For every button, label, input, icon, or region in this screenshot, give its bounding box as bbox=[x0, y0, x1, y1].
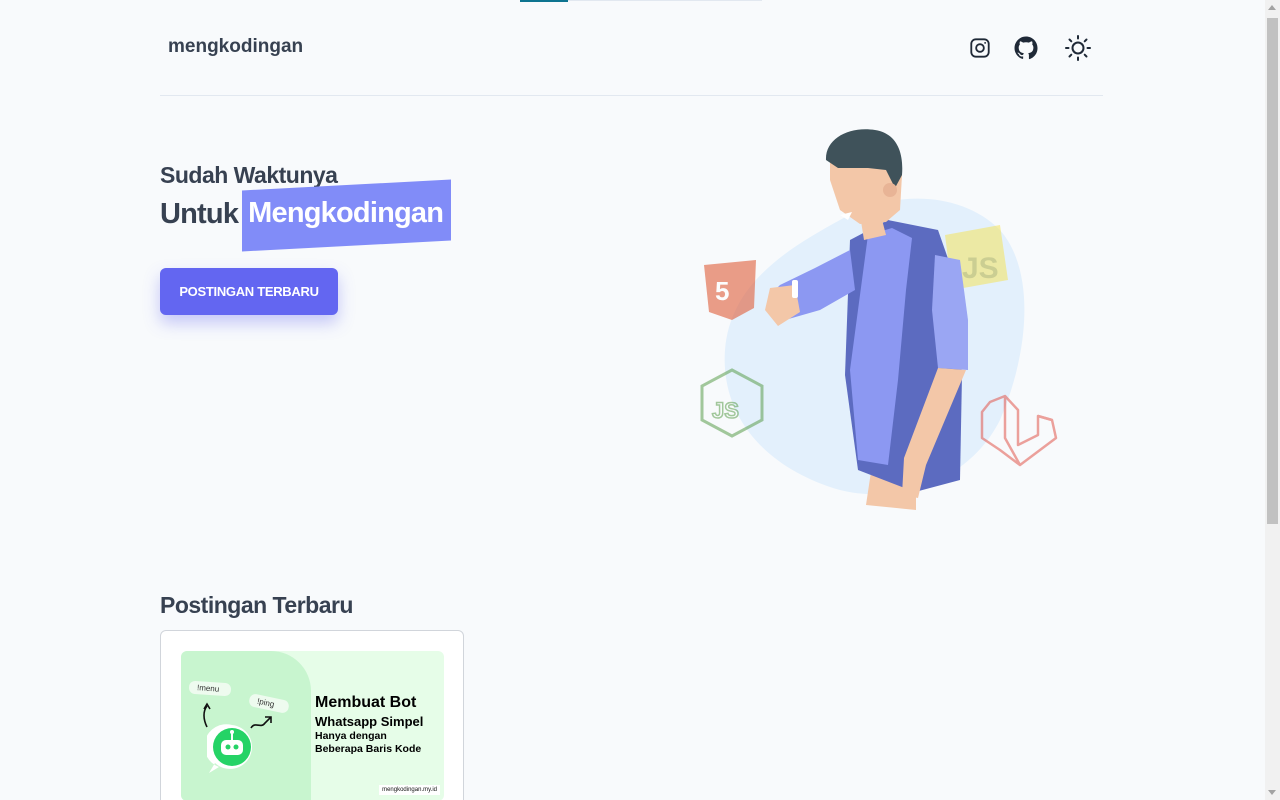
hero-heading: Sudah Waktunya Untuk Mengkodingan bbox=[160, 162, 449, 236]
hero-illustration: JS 5 JS bbox=[690, 120, 1070, 530]
thumbnail-domain-label: mengkodingan.my.id bbox=[379, 785, 440, 795]
site-header: mengkodingan bbox=[160, 0, 1103, 96]
latest-posts-button[interactable]: POSTINGAN TERBARU bbox=[160, 268, 338, 315]
hero-line-2-prefix: Untuk bbox=[160, 198, 239, 230]
svg-text:JS: JS bbox=[962, 252, 999, 285]
thumb-title-line-4: Beberapa Baris Kode bbox=[315, 743, 422, 755]
thumb-title-line-2: Whatsapp Simpel bbox=[315, 714, 424, 729]
post-thumbnail-title: Membuat Bot Whatsapp Simpel Hanya dengan… bbox=[315, 694, 423, 755]
thumb-title-line-1: Membuat Bot bbox=[315, 694, 417, 711]
post-card[interactable]: !menu !ping Membuat Bot Whatsapp Simpel … bbox=[160, 630, 464, 800]
header-icon-group bbox=[965, 33, 1093, 63]
sun-icon[interactable] bbox=[1063, 33, 1093, 63]
scroll-thumb[interactable] bbox=[1267, 18, 1278, 524]
scroll-down-arrow[interactable] bbox=[1268, 790, 1276, 795]
github-icon[interactable] bbox=[1011, 33, 1041, 63]
whatsapp-bot-icon bbox=[207, 724, 252, 773]
scroll-up-arrow[interactable] bbox=[1268, 5, 1276, 10]
latest-posts-heading: Postingan Terbaru bbox=[160, 592, 354, 618]
hero-highlight-text: Mengkodingan bbox=[242, 193, 449, 236]
thumb-title-line-3: Hanya dengan bbox=[315, 730, 387, 742]
page-scrollbar[interactable] bbox=[1265, 0, 1280, 800]
html5-icon: 5 bbox=[704, 260, 756, 320]
brand-logo-link[interactable]: mengkodingan bbox=[168, 36, 303, 58]
post-thumbnail[interactable]: !menu !ping Membuat Bot Whatsapp Simpel … bbox=[181, 651, 444, 800]
instagram-icon[interactable] bbox=[965, 33, 995, 63]
svg-text:5: 5 bbox=[715, 276, 729, 306]
svg-text:JS: JS bbox=[712, 398, 739, 423]
hero-line-2: Untuk Mengkodingan bbox=[160, 193, 449, 236]
